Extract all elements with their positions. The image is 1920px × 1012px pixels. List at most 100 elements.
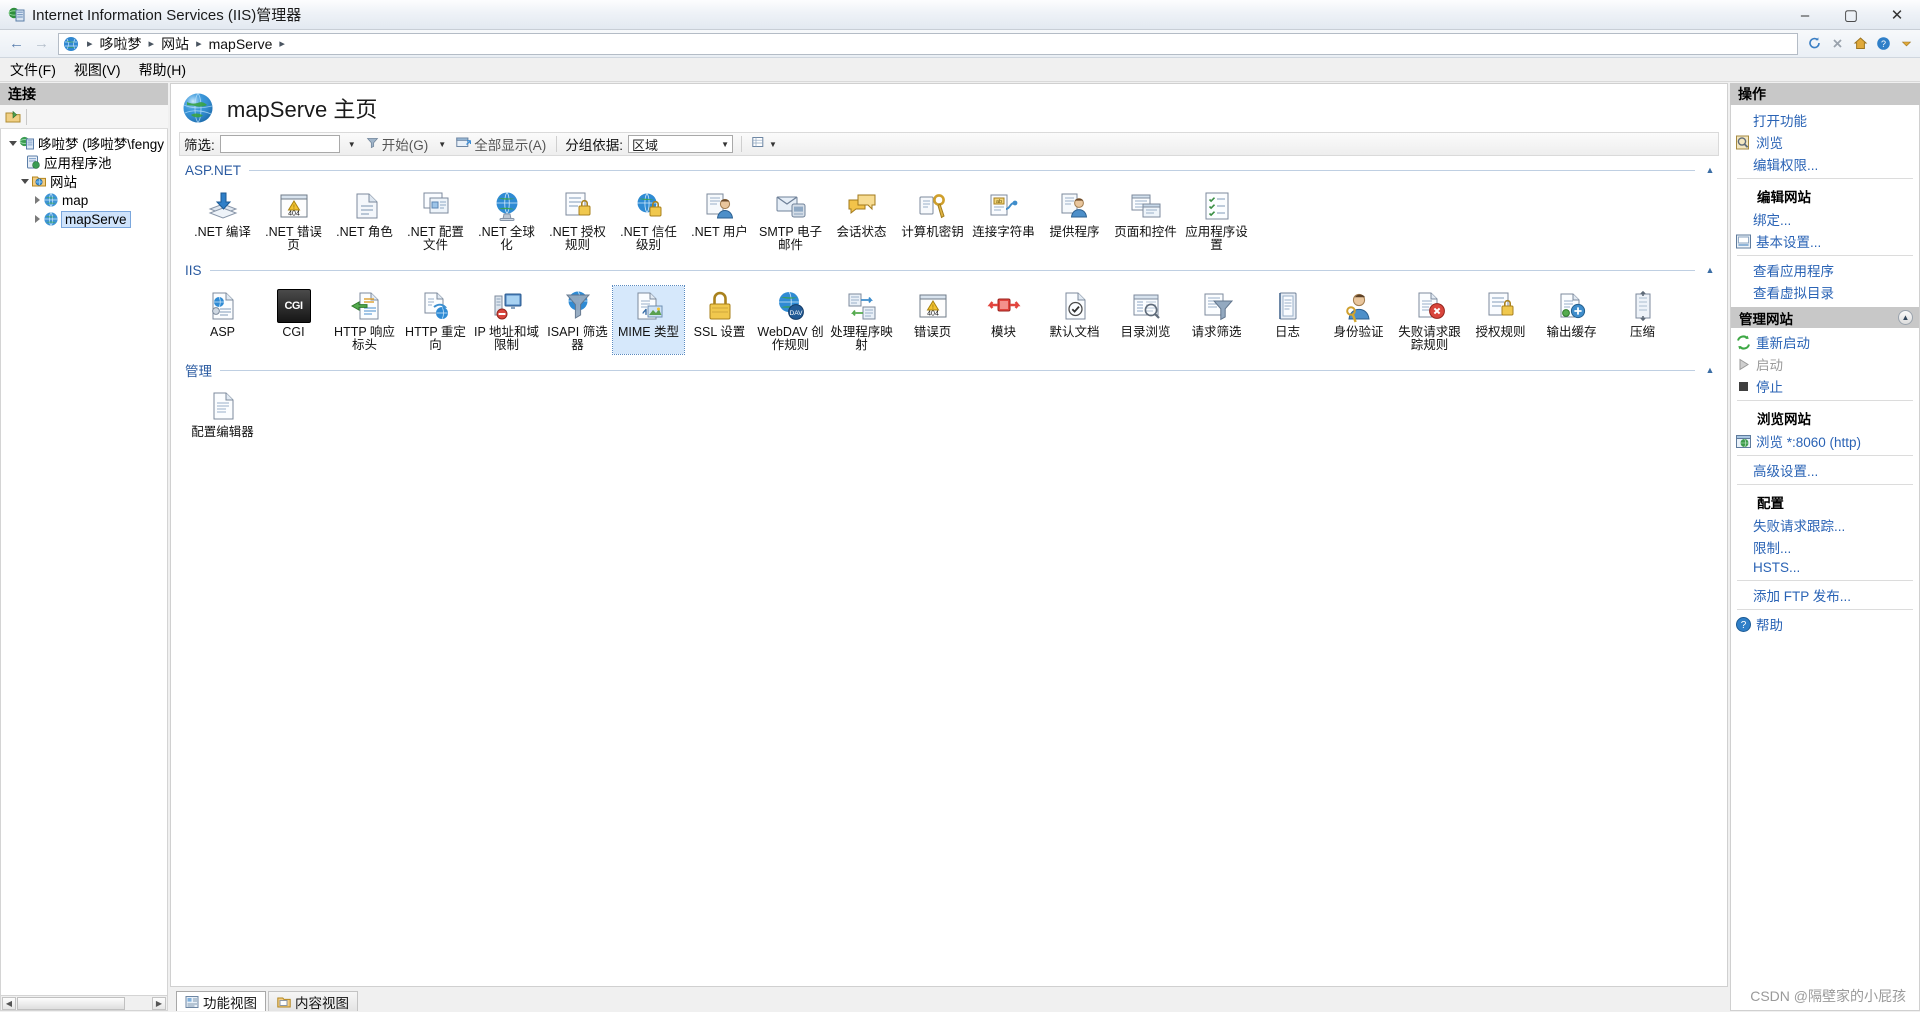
action-bindings[interactable]: 绑定... — [1731, 208, 1919, 230]
action-basic-settings[interactable]: 基本设置... — [1731, 230, 1919, 252]
feature-pages-controls[interactable]: 页面和控件 — [1110, 186, 1181, 254]
feature-net-trust-levels[interactable]: .NET 信任级别 — [613, 186, 684, 254]
chevron-up-icon[interactable]: ▲ — [1703, 363, 1717, 377]
group-by-select[interactable]: 区域 ▼ — [628, 135, 734, 153]
feature-modules[interactable]: 模块 — [968, 286, 1039, 354]
action-restart[interactable]: 重新启动 — [1731, 331, 1919, 353]
filter-go-button[interactable]: 开始(G) — [364, 134, 431, 154]
feature-connection-strings[interactable]: ab 连接字符串 — [968, 186, 1039, 254]
chevron-right-icon[interactable] — [31, 196, 43, 204]
show-all-button[interactable]: 全部显示(A) — [454, 134, 548, 154]
back-button[interactable]: ← — [4, 33, 29, 55]
scrollbar-thumb[interactable] — [17, 996, 125, 1010]
tree-node-app-pools[interactable]: 应用程序池 — [1, 154, 167, 171]
menu-item-view[interactable]: 视图(V) — [74, 60, 121, 80]
action-stop[interactable]: 停止 — [1731, 375, 1919, 397]
feature-machine-key[interactable]: 计算机密钥 — [897, 186, 968, 254]
refresh-icon[interactable] — [1804, 34, 1824, 54]
feature-http-response-headers[interactable]: HTTP 响应标头 — [329, 286, 400, 354]
feature-net-error-pages[interactable]: ! 404 .NET 错误页 — [258, 186, 329, 254]
filter-input[interactable] — [219, 135, 340, 153]
feature-ip-restrictions[interactable]: IP 地址和域限制 — [471, 286, 542, 354]
action-help[interactable]: ? 帮助 — [1731, 613, 1919, 635]
feature-net-auth-rules[interactable]: .NET 授权规则 — [542, 186, 613, 254]
feature-handler-mappings[interactable]: 处理程序映射 — [826, 286, 897, 354]
action-browse[interactable]: 浏览 — [1731, 131, 1919, 153]
menu-item-help[interactable]: 帮助(H) — [139, 60, 186, 80]
action-add-ftp-publishing[interactable]: 添加 FTP 发布... — [1731, 584, 1919, 606]
breadcrumb-item-0[interactable]: 哆啦梦 — [98, 34, 144, 54]
action-view-applications[interactable]: 查看应用程序 — [1731, 259, 1919, 281]
help-circle-icon[interactable]: ? — [1873, 34, 1893, 54]
feature-net-globalization[interactable]: .NET 全球化 — [471, 186, 542, 254]
chevron-down-icon[interactable]: ▼ — [721, 140, 729, 149]
tree-node-sites[interactable]: 网站 — [1, 173, 167, 190]
action-limits[interactable]: 限制... — [1731, 536, 1919, 558]
feature-default-document[interactable]: 默认文档 — [1039, 286, 1110, 354]
feature-cgi[interactable]: CGI CGI — [258, 286, 329, 354]
scroll-left-icon[interactable]: ◀ — [2, 996, 16, 1010]
feature-smtp-email[interactable]: SMTP 电子邮件 — [755, 186, 826, 254]
breadcrumb-item-2[interactable]: mapServe — [207, 36, 275, 52]
action-hsts[interactable]: HSTS... — [1731, 558, 1919, 577]
chevron-up-icon[interactable]: ▲ — [1703, 163, 1717, 177]
feature-directory-browsing[interactable]: 目录浏览 — [1110, 286, 1181, 354]
feature-net-roles[interactable]: .NET 角色 — [329, 186, 400, 254]
filter-dropdown-icon[interactable]: ▼ — [345, 135, 359, 153]
chevron-down-icon[interactable] — [19, 179, 31, 184]
feature-providers[interactable]: 提供程序 — [1039, 186, 1110, 254]
menu-item-file[interactable]: 文件(F) — [10, 60, 56, 80]
chevron-right-icon[interactable] — [31, 215, 43, 223]
connections-tree[interactable]: 哆啦梦 (哆啦梦\fengy 应用程序池 网站 map mapServe — [0, 129, 168, 996]
feature-http-redirect[interactable]: HTTP 重定向 — [400, 286, 471, 354]
view-mode-button[interactable]: ▼ — [750, 136, 779, 152]
action-edit-permissions[interactable]: 编辑权限... — [1731, 153, 1919, 175]
minimize-button[interactable]: – — [1782, 0, 1828, 30]
tree-node-site-mapserve[interactable]: mapServe — [1, 210, 167, 228]
filter-go-dropdown-icon[interactable]: ▼ — [435, 135, 449, 153]
chevron-up-icon[interactable]: ▲ — [1703, 263, 1717, 277]
feature-logging[interactable]: 日志 — [1252, 286, 1323, 354]
feature-request-filtering[interactable]: 请求筛选 — [1181, 286, 1252, 354]
tree-node-site-map[interactable]: map — [1, 192, 167, 208]
chevron-down-icon[interactable] — [7, 141, 19, 146]
breadcrumb[interactable]: ▸ 哆啦梦 ▸ 网站 ▸ mapServe ▸ — [58, 32, 1798, 55]
feature-compression[interactable]: 压缩 — [1607, 286, 1678, 354]
feature-asp[interactable]: ASP — [187, 286, 258, 354]
close-button[interactable]: ✕ — [1874, 0, 1920, 30]
feature-webdav[interactable]: DAV WebDAV 创作规则 — [755, 286, 826, 354]
view-mode-dropdown-icon[interactable]: ▼ — [769, 140, 777, 149]
feature-net-compile[interactable]: .NET 编译 — [187, 186, 258, 254]
feature-ssl-settings[interactable]: SSL 设置 — [684, 286, 755, 354]
tab-content-view[interactable]: 内容视图 — [268, 991, 358, 1011]
add-connection-icon[interactable] — [4, 108, 22, 126]
feature-app-settings[interactable]: 应用程序设置 — [1181, 186, 1252, 254]
feature-error-pages[interactable]: ! 404 错误页 — [897, 286, 968, 354]
maximize-button[interactable]: ▢ — [1828, 0, 1874, 30]
chevron-up-icon[interactable]: ▲ — [1898, 310, 1913, 325]
home-icon[interactable] — [1850, 34, 1870, 54]
feature-failed-request-tracing[interactable]: 失败请求跟踪规则 — [1394, 286, 1465, 354]
connections-horizontal-scrollbar[interactable]: ◀ ▶ — [0, 996, 168, 1011]
feature-authorization-rules[interactable]: 授权规则 — [1465, 286, 1536, 354]
action-start[interactable]: 启动 — [1731, 353, 1919, 375]
feature-output-caching[interactable]: 输出缓存 — [1536, 286, 1607, 354]
feature-isapi-filters[interactable]: ISAPI 筛选器 — [542, 286, 613, 354]
feature-configuration-editor[interactable]: 配置编辑器 — [187, 386, 258, 448]
chevron-down-icon[interactable] — [1896, 34, 1916, 54]
feature-net-profile[interactable]: .NET 配置文件 — [400, 186, 471, 254]
action-failed-request-tracing[interactable]: 失败请求跟踪... — [1731, 514, 1919, 536]
feature-net-users[interactable]: .NET 用户 — [684, 186, 755, 254]
stop-icon[interactable] — [1827, 34, 1847, 54]
action-browse-site-url[interactable]: 浏览 *:8060 (http) — [1731, 430, 1919, 452]
action-view-virtual-directories[interactable]: 查看虚拟目录 — [1731, 281, 1919, 303]
feature-authentication[interactable]: 身份验证 — [1323, 286, 1394, 354]
feature-mime-types[interactable]: MIME 类型 — [612, 285, 685, 355]
scroll-right-icon[interactable]: ▶ — [152, 996, 166, 1010]
forward-button[interactable]: → — [29, 33, 54, 55]
action-open-feature[interactable]: 打开功能 — [1731, 105, 1919, 131]
tab-features-view[interactable]: 功能视图 — [176, 991, 266, 1011]
action-advanced-settings[interactable]: 高级设置... — [1731, 459, 1919, 481]
breadcrumb-item-1[interactable]: 网站 — [159, 34, 191, 54]
feature-session-state[interactable]: 会话状态 — [826, 186, 897, 254]
